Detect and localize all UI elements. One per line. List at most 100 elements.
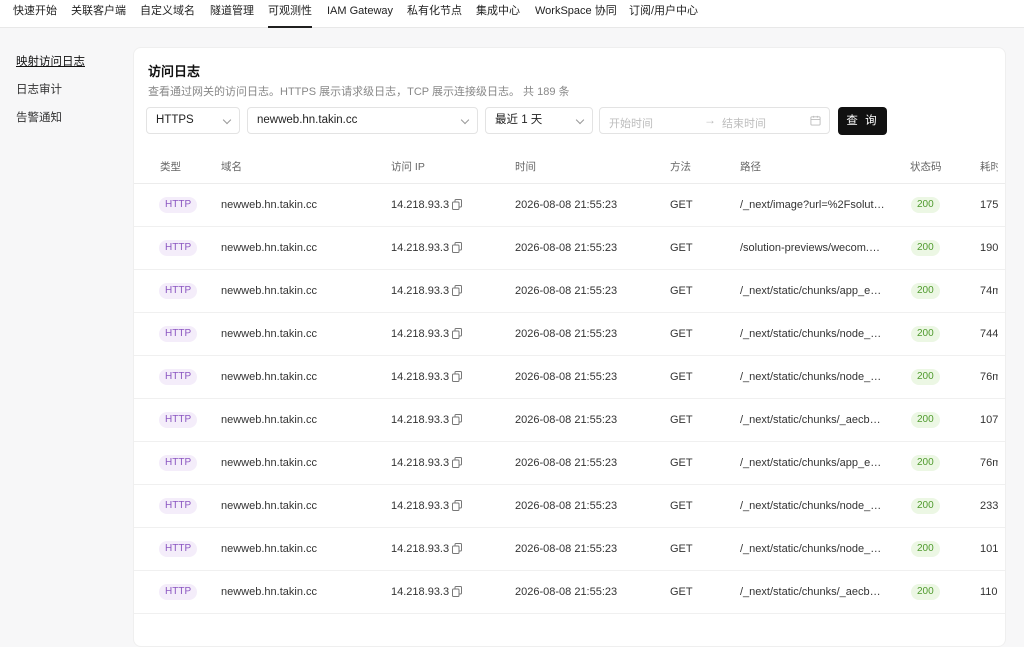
- type-badge: HTTP: [159, 498, 198, 514]
- nav-integrations[interactable]: 集成中心: [476, 0, 520, 28]
- copy-icon[interactable]: [452, 371, 462, 382]
- table-row[interactable]: HTTP newweb.hn.takin.cc 14.218.93.3 2026-08…: [134, 270, 1005, 313]
- row-duration: 101: [980, 543, 998, 555]
- type-badge: HTTP: [159, 369, 198, 385]
- row-method: GET: [670, 586, 693, 598]
- row-duration: 190: [980, 242, 998, 254]
- type-badge: HTTP: [159, 326, 198, 342]
- row-path: /solution-previews/wecom.png: [740, 242, 886, 254]
- query-button[interactable]: 查 询: [838, 107, 887, 135]
- copy-icon[interactable]: [452, 543, 462, 554]
- table-row[interactable]: HTTP newweb.hn.takin.cc 14.218.93.3 2026-08…: [134, 485, 1005, 528]
- row-duration: 107: [980, 414, 998, 426]
- row-domain: newweb.hn.takin.cc: [221, 285, 317, 297]
- sidebar-item-access-logs[interactable]: 映射访问日志: [16, 53, 85, 69]
- row-duration: 76ms: [980, 457, 998, 469]
- type-badge: HTTP: [159, 584, 198, 600]
- row-method: GET: [670, 457, 693, 469]
- start-time-input[interactable]: 开始时间: [609, 115, 653, 131]
- copy-icon[interactable]: [452, 285, 462, 296]
- row-domain: newweb.hn.takin.cc: [221, 371, 317, 383]
- protocol-select[interactable]: HTTPS: [146, 107, 240, 134]
- col-path: 路径: [740, 161, 761, 173]
- status-badge: 200: [911, 197, 940, 213]
- calendar-icon[interactable]: [810, 115, 821, 126]
- row-time: 2026-08-08 21:55:23: [515, 285, 618, 297]
- row-ip: 14.218.93.3: [391, 500, 450, 512]
- status-badge: 200: [911, 283, 940, 299]
- status-badge: 200: [911, 455, 940, 471]
- row-method: GET: [670, 328, 693, 340]
- table-row[interactable]: HTTP newweb.hn.takin.cc 14.218.93.3 2026-08…: [134, 184, 1005, 227]
- col-ip: 访问 IP: [391, 161, 425, 173]
- table-row[interactable]: HTTP newweb.hn.takin.cc 14.218.93.3 2026-08…: [134, 399, 1005, 442]
- copy-icon[interactable]: [452, 586, 462, 597]
- row-time: 2026-08-08 21:55:23: [515, 242, 618, 254]
- domain-select-value: newweb.hn.takin.cc: [257, 114, 358, 126]
- nav-tunnels[interactable]: 隧道管理: [210, 0, 254, 28]
- nav-workspace[interactable]: WorkSpace 协同: [535, 0, 617, 28]
- nav-quick-start[interactable]: 快速开始: [13, 0, 57, 28]
- row-domain: newweb.hn.takin.cc: [221, 199, 317, 211]
- row-domain: newweb.hn.takin.cc: [221, 500, 317, 512]
- date-range-picker[interactable]: 开始时间 → 结束时间: [599, 107, 830, 134]
- domain-select[interactable]: newweb.hn.takin.cc: [247, 107, 478, 134]
- row-ip: 14.218.93.3: [391, 414, 450, 426]
- col-domain: 域名: [221, 161, 242, 173]
- row-duration: 76ms: [980, 371, 998, 383]
- nav-custom-domain[interactable]: 自定义域名: [140, 0, 195, 28]
- type-badge: HTTP: [159, 412, 198, 428]
- nav-subscription[interactable]: 订阅/用户中心: [629, 0, 698, 28]
- sidebar-item-alerts[interactable]: 告警通知: [16, 109, 62, 125]
- end-time-input[interactable]: 结束时间: [722, 115, 766, 131]
- nav-iam-gateway[interactable]: IAM Gateway: [327, 0, 393, 28]
- copy-icon[interactable]: [452, 328, 462, 339]
- table-row[interactable]: HTTP newweb.hn.takin.cc 14.218.93.3 2026-08…: [134, 528, 1005, 571]
- table-row[interactable]: HTTP newweb.hn.takin.cc 14.218.93.3 2026-08…: [134, 313, 1005, 356]
- page-title: 访问日志: [148, 64, 201, 79]
- type-badge: HTTP: [159, 541, 198, 557]
- type-badge: HTTP: [159, 197, 198, 213]
- status-badge: 200: [911, 541, 940, 557]
- row-duration: 74ms: [980, 285, 998, 297]
- chevron-down-icon: [460, 115, 470, 125]
- sidebar-item-audit[interactable]: 日志审计: [16, 81, 62, 97]
- row-ip: 14.218.93.3: [391, 586, 450, 598]
- table-row[interactable]: HTTP newweb.hn.takin.cc 14.218.93.3 2026-08…: [134, 356, 1005, 399]
- table-row[interactable]: HTTP newweb.hn.takin.cc 14.218.93.3 2026-08…: [134, 227, 1005, 270]
- copy-icon[interactable]: [452, 414, 462, 425]
- row-ip: 14.218.93.3: [391, 371, 450, 383]
- row-domain: newweb.hn.takin.cc: [221, 328, 317, 340]
- copy-icon[interactable]: [452, 242, 462, 253]
- time-range-select[interactable]: 最近 1 天: [485, 107, 593, 134]
- row-method: GET: [670, 199, 693, 211]
- table-row[interactable]: HTTP newweb.hn.takin.cc 14.218.93.3 2026-08…: [134, 571, 1005, 614]
- row-time: 2026-08-08 21:55:23: [515, 328, 618, 340]
- row-path: /_next/static/chunks/app_entry.js: [740, 457, 886, 469]
- row-method: GET: [670, 543, 693, 555]
- copy-icon[interactable]: [452, 500, 462, 511]
- row-ip: 14.218.93.3: [391, 199, 450, 211]
- row-ip: 14.218.93.3: [391, 285, 450, 297]
- col-time: 时间: [515, 161, 536, 173]
- nav-clients[interactable]: 关联客户端: [71, 0, 126, 28]
- nav-observability[interactable]: 可观测性: [268, 0, 312, 28]
- row-path: /_next/static/chunks/app_entry.js: [740, 285, 886, 297]
- row-duration: 110: [980, 586, 998, 598]
- row-path: /_next/static/chunks/_aecb17.js: [740, 414, 886, 426]
- page-subtitle: 查看通过网关的访问日志。HTTPS 展示请求级日志，TCP 展示连接级日志。 共…: [148, 86, 570, 98]
- row-domain: newweb.hn.takin.cc: [221, 543, 317, 555]
- sidebar: 映射访问日志 日志审计 告警通知: [0, 28, 133, 622]
- row-path: /_next/static/chunks/_aecb17.js: [740, 586, 886, 598]
- row-time: 2026-08-08 21:55:23: [515, 371, 618, 383]
- row-ip: 14.218.93.3: [391, 457, 450, 469]
- access-log-card: 访问日志 查看通过网关的访问日志。HTTPS 展示请求级日志，TCP 展示连接级…: [133, 47, 1006, 647]
- col-type: 类型: [160, 161, 181, 173]
- type-badge: HTTP: [159, 283, 198, 299]
- copy-icon[interactable]: [452, 457, 462, 468]
- nav-private-nodes[interactable]: 私有化节点: [407, 0, 462, 28]
- copy-icon[interactable]: [452, 199, 462, 210]
- row-domain: newweb.hn.takin.cc: [221, 457, 317, 469]
- table-row[interactable]: HTTP newweb.hn.takin.cc 14.218.93.3 2026-08…: [134, 442, 1005, 485]
- row-ip: 14.218.93.3: [391, 543, 450, 555]
